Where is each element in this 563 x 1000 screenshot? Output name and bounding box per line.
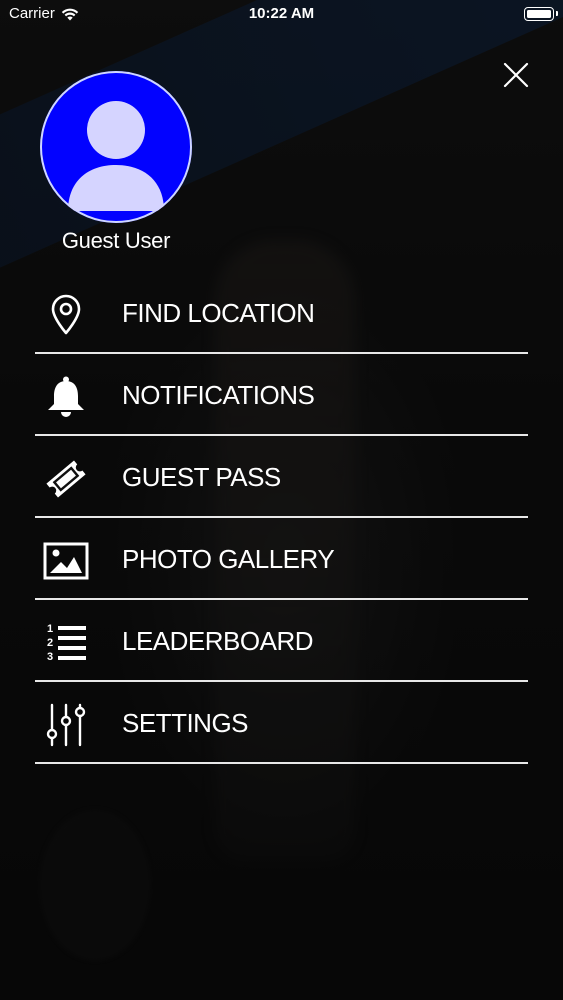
user-silhouette-icon bbox=[68, 101, 164, 211]
image-icon bbox=[43, 538, 89, 584]
status-time: 10:22 AM bbox=[248, 5, 315, 22]
battery-icon bbox=[524, 7, 558, 21]
menu-item-label: GUEST PASS bbox=[122, 462, 281, 492]
user-name: Guest User bbox=[61, 228, 171, 253]
numbered-list-icon: 1 2 3 bbox=[43, 620, 89, 666]
side-menu-screen: Carrier 10:22 AM Guest User FIND LOCATIO… bbox=[0, 0, 563, 1000]
menu-item-settings[interactable]: SETTINGS bbox=[35, 682, 528, 764]
status-bar: Carrier 10:22 AM bbox=[0, 0, 563, 30]
menu-item-photo-gallery[interactable]: PHOTO GALLERY bbox=[35, 518, 528, 600]
menu-item-label: PHOTO GALLERY bbox=[122, 544, 335, 574]
svg-text:3: 3 bbox=[47, 651, 53, 663]
nav-menu: FIND LOCATION NOTIFICATIONS GUEST PASS P… bbox=[35, 272, 528, 764]
close-button[interactable] bbox=[499, 58, 533, 92]
menu-item-label: LEADERBOARD bbox=[122, 626, 314, 656]
menu-item-label: NOTIFICATIONS bbox=[122, 380, 315, 410]
menu-item-label: FIND LOCATION bbox=[122, 298, 315, 328]
menu-item-guest-pass[interactable]: GUEST PASS bbox=[35, 436, 528, 518]
sliders-icon bbox=[43, 702, 89, 748]
location-pin-icon bbox=[43, 292, 89, 338]
menu-item-notifications[interactable]: NOTIFICATIONS bbox=[35, 354, 528, 436]
svg-text:2: 2 bbox=[47, 637, 53, 649]
ticket-icon bbox=[43, 456, 89, 502]
menu-item-label: SETTINGS bbox=[122, 708, 249, 738]
close-icon bbox=[503, 62, 529, 88]
avatar[interactable] bbox=[40, 71, 192, 223]
bell-icon bbox=[43, 374, 89, 420]
menu-item-leaderboard[interactable]: 1 2 3 LEADERBOARD bbox=[35, 600, 528, 682]
svg-text:1: 1 bbox=[47, 623, 53, 635]
menu-item-find-location[interactable]: FIND LOCATION bbox=[35, 272, 528, 354]
